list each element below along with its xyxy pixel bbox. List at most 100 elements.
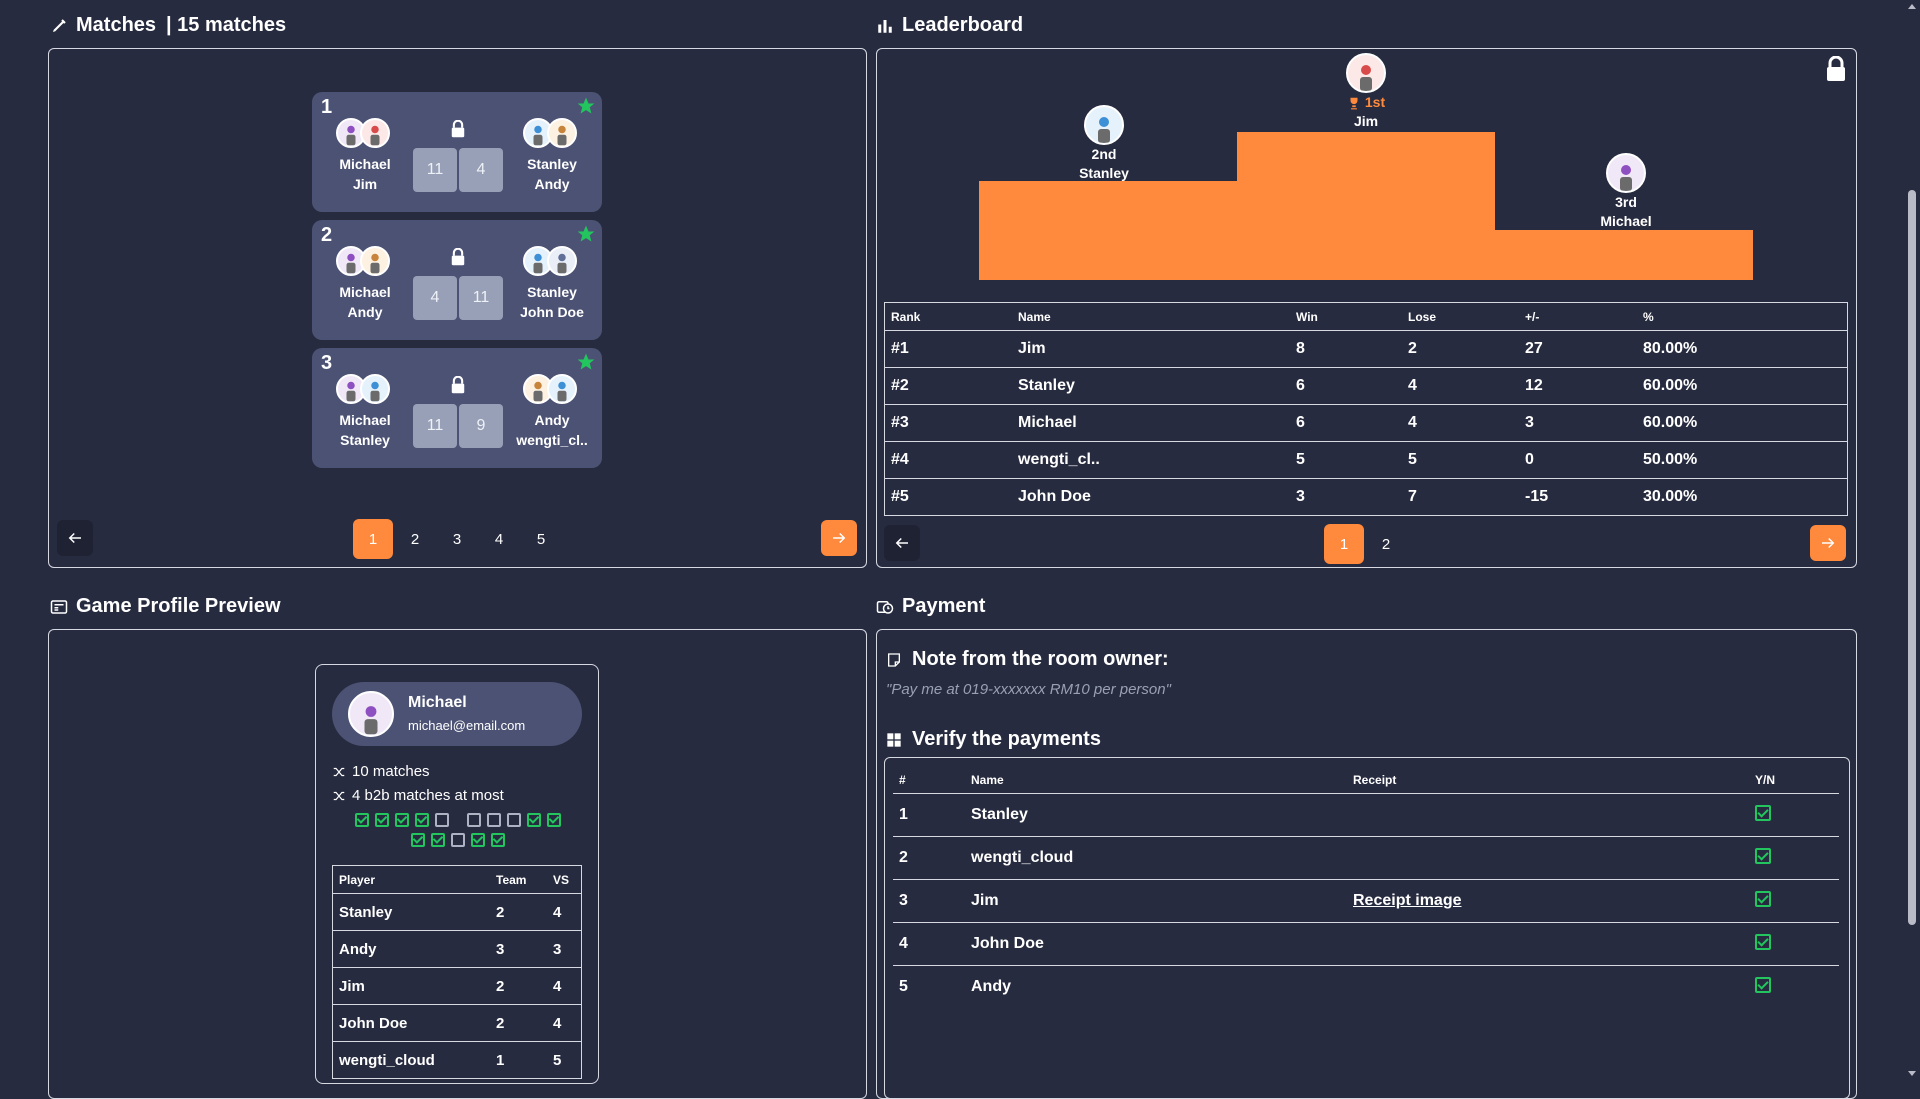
note-heading: Note from the room owner:: [886, 648, 1169, 671]
player-avatar: [360, 118, 390, 148]
scroll-up-arrow[interactable]: [1908, 4, 1916, 9]
lock-icon[interactable]: [1825, 56, 1847, 82]
profile-row: wengti_cloud 1 5: [332, 1041, 582, 1079]
check-icon[interactable]: [1755, 933, 1771, 950]
right-team-avatars: [523, 374, 577, 404]
leaderboard-cell: #2: [884, 367, 1012, 405]
check-icon[interactable]: [1755, 890, 1771, 907]
leaderboard-cell: 60.00%: [1637, 367, 1848, 405]
b2b-stat-text: 4 b2b matches at most: [352, 787, 504, 804]
leaderboard-page-2[interactable]: 2: [1366, 524, 1406, 564]
podium-first-block: [1237, 132, 1495, 280]
star-icon[interactable]: [576, 96, 596, 116]
right-score[interactable]: 11: [459, 276, 503, 320]
profile-cell: Stanley: [332, 893, 490, 931]
col-lose: Lose: [1402, 302, 1519, 331]
matches-prev-button[interactable]: [57, 520, 93, 556]
matches-section-title: Matches | 15 matches: [50, 14, 286, 37]
podium-second-label: 2nd Stanley: [1044, 145, 1164, 183]
matches-page-4[interactable]: 4: [479, 519, 519, 559]
col-win: Win: [1290, 302, 1402, 331]
star-icon[interactable]: [576, 352, 596, 372]
check-icon[interactable]: [1755, 847, 1771, 864]
podium-third-name: Michael: [1600, 213, 1652, 229]
match-card[interactable]: 3 Michael Stanley Andy wengti_cl.. 11 9: [312, 348, 602, 468]
left-team-avatars: [336, 118, 390, 148]
payment-receipt: [1347, 836, 1749, 880]
matches-page-5[interactable]: 5: [521, 519, 561, 559]
payment-verified: [1749, 966, 1839, 1009]
verify-table: # Name Receipt Y/N 1 Stanley 2 wengti_cloud…: [893, 766, 1839, 1008]
profile-cell: Andy: [332, 930, 490, 968]
payment-verified: [1749, 922, 1839, 966]
page-scrollbar[interactable]: [1904, 0, 1920, 1080]
leaderboard-page-1[interactable]: 1: [1324, 524, 1364, 564]
payment-receipt: Receipt image: [1347, 879, 1749, 923]
streak-checked-icon: [415, 813, 429, 827]
podium-second-avatar: [1084, 105, 1124, 145]
player-avatar: [547, 118, 577, 148]
right-score[interactable]: 4: [459, 148, 503, 192]
star-icon[interactable]: [576, 224, 596, 244]
profile-row: John Doe 2 4: [332, 1004, 582, 1042]
leaderboard-prev-button[interactable]: [884, 525, 920, 561]
leaderboard-title: Leaderboard: [902, 14, 1024, 36]
leaderboard-cell: 12: [1519, 367, 1637, 405]
matches-page-2[interactable]: 2: [395, 519, 435, 559]
match-card[interactable]: 1 Michael Jim Stanley Andy 11 4: [312, 92, 602, 212]
streak-checked-icon: [471, 833, 485, 847]
podium-third-block: [1495, 230, 1753, 280]
check-icon[interactable]: [1755, 804, 1771, 821]
check-icon[interactable]: [1755, 976, 1771, 993]
streak-empty-icon: [467, 813, 481, 827]
payment-name: Andy: [971, 978, 1011, 995]
leaderboard-cell: 50.00%: [1637, 441, 1848, 479]
podium-second-block: [979, 181, 1237, 280]
profile-name: Michael: [408, 694, 467, 711]
streak-checked-icon: [547, 813, 561, 827]
left-score[interactable]: 11: [413, 148, 457, 192]
matches-next-button[interactable]: [821, 520, 857, 556]
podium-third-avatar: [1606, 153, 1646, 193]
payment-row: 5 Andy: [893, 966, 1839, 1009]
shuffle-icon: [333, 791, 345, 800]
matches-page-1[interactable]: 1: [353, 519, 393, 559]
leaderboard-cell: 4: [1402, 404, 1519, 442]
player-avatar: [360, 246, 390, 276]
profile-cell: 2: [490, 967, 547, 1005]
left-score[interactable]: 11: [413, 404, 457, 448]
scroll-thumb[interactable]: [1908, 190, 1916, 925]
right-score[interactable]: 9: [459, 404, 503, 448]
id-card-icon: [50, 599, 68, 614]
left-score[interactable]: 4: [413, 276, 457, 320]
leaderboard-next-button[interactable]: [1810, 525, 1846, 561]
col-name: Name: [965, 766, 1347, 794]
leaderboard-cell: #1: [884, 330, 1012, 368]
matches-count: | 15 matches: [166, 14, 287, 36]
lock-icon: [451, 248, 465, 266]
b2b-stat: 4 b2b matches at most: [332, 787, 504, 804]
verify-heading: Verify the payments: [886, 728, 1101, 751]
profile-row: Andy 3 3: [332, 930, 582, 968]
match-card[interactable]: 2 Michael Andy Stanley John Doe 4 11: [312, 220, 602, 340]
receipt-link[interactable]: Receipt image: [1353, 892, 1461, 909]
verify-title: Verify the payments: [912, 728, 1101, 750]
col-diff: +/-: [1519, 302, 1637, 331]
matches-page-3[interactable]: 3: [437, 519, 477, 559]
profile-cell: 1: [490, 1041, 547, 1079]
verify-table-container: # Name Receipt Y/N 1 Stanley 2 wengti_cloud…: [884, 757, 1850, 1099]
col-yn: Y/N: [1749, 766, 1839, 794]
verify-header-row: # Name Receipt Y/N: [893, 766, 1839, 794]
streak-checked-icon: [431, 833, 445, 847]
leaderboard-cell: 0: [1519, 441, 1637, 479]
podium-first-rank: 1st: [1364, 94, 1386, 110]
payment-index: 1: [893, 793, 965, 837]
profile-card: Michael michael@email.com 10 matches 4 b…: [315, 664, 599, 1084]
scroll-down-arrow[interactable]: [1908, 1071, 1916, 1076]
lock-icon: [451, 120, 465, 138]
right-team-names: Andy wengti_cl..: [516, 412, 588, 448]
podium-first-avatar: [1346, 53, 1386, 93]
profile-cell: 3: [547, 930, 582, 968]
leaderboard-cell: wengti_cl..: [1012, 441, 1290, 479]
payment-icon: [876, 600, 894, 614]
